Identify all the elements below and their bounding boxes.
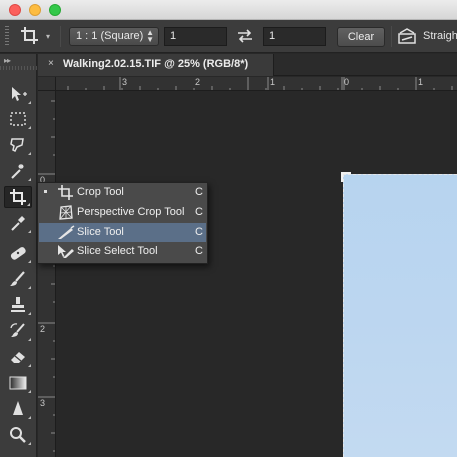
horizontal-ruler[interactable]: 3 2 1 0 1 [56, 77, 457, 91]
eyedropper-tool[interactable] [4, 212, 32, 234]
document-image[interactable] [343, 174, 457, 457]
bandage-icon [10, 247, 26, 260]
current-tool-indicator [44, 190, 47, 193]
menu-item-shortcut: C [195, 226, 203, 238]
lasso-icon [10, 138, 24, 153]
document-title: Walking2.02.15.TIF @ 25% (RGB/8*) [63, 58, 249, 70]
select-arrows-icon: ▲ ▼ [146, 28, 154, 44]
crop-icon [21, 27, 38, 44]
healing-brush-tool[interactable] [4, 242, 32, 264]
document-tab-bar: × Walking2.02.15.TIF @ 25% (RGB/8*) [38, 54, 457, 76]
ruler-label: 2 [195, 77, 201, 87]
ruler-origin[interactable] [38, 77, 56, 91]
ruler-ticks [67, 77, 453, 90]
crop-handle-top-left[interactable] [341, 172, 351, 182]
brush-icon [10, 271, 25, 286]
clear-button[interactable]: Clear [337, 27, 385, 47]
eraser-icon [11, 352, 25, 363]
ruler-label: 2 [40, 324, 46, 334]
brush-tool[interactable] [4, 268, 32, 290]
eraser-tool[interactable] [4, 346, 32, 368]
menu-item-crop-tool[interactable]: Crop Tool C [39, 183, 206, 202]
aspect-ratio-value: 1 : 1 (Square) [76, 30, 144, 42]
menu-item-perspective-crop-tool[interactable]: Perspective Crop Tool C [39, 203, 206, 222]
options-separator [60, 26, 61, 47]
crop-icon [58, 185, 73, 200]
crop-tool[interactable] [4, 186, 32, 208]
ratio-width-input[interactable]: 1 [164, 27, 227, 46]
swap-arrows-icon[interactable] [236, 29, 254, 43]
history-brush-icon [10, 323, 25, 337]
minimize-window-button[interactable] [29, 4, 41, 16]
eyedropper-icon [11, 216, 25, 231]
ruler-label: 1 [270, 77, 276, 87]
menu-item-label: Slice Select Tool [77, 245, 158, 257]
close-tab-icon[interactable]: × [48, 58, 54, 69]
close-window-button[interactable] [9, 4, 21, 16]
crop-tools-flyout-menu: Crop Tool C Perspective Crop Tool C Slic… [37, 182, 208, 264]
menu-item-shortcut: C [195, 186, 203, 198]
menu-item-shortcut: C [195, 206, 203, 218]
stamp-icon [11, 297, 25, 312]
zoom-tool[interactable] [4, 424, 32, 446]
gradient-icon [9, 376, 27, 390]
menu-item-label: Perspective Crop Tool [77, 206, 185, 218]
clone-stamp-tool[interactable] [4, 294, 32, 316]
aspect-ratio-select[interactable]: 1 : 1 (Square) ▲ ▼ [69, 27, 159, 46]
menu-item-label: Crop Tool [77, 186, 124, 198]
gradient-tool[interactable] [4, 372, 32, 394]
slice-icon [58, 225, 75, 239]
options-bar-grip[interactable] [5, 26, 9, 46]
history-brush-tool[interactable] [4, 320, 32, 342]
menu-item-slice-select-tool[interactable]: Slice Select Tool C [39, 242, 206, 261]
document-tab[interactable]: × Walking2.02.15.TIF @ 25% (RGB/8*) [38, 54, 274, 76]
menu-item-shortcut: C [195, 245, 203, 257]
slice-select-icon [58, 245, 74, 258]
ruler-label: 3 [122, 77, 128, 87]
straighten-icon[interactable] [397, 28, 417, 45]
sharpen-icon [13, 401, 23, 415]
ratio-height-input[interactable]: 1 [263, 27, 326, 46]
tools-panel: ▸▸ [0, 54, 37, 457]
marquee-icon [10, 112, 26, 126]
zoom-window-button[interactable] [49, 4, 61, 16]
sharpen-tool[interactable] [4, 398, 32, 420]
zoom-icon [10, 427, 26, 443]
magic-wand-icon [11, 164, 24, 179]
tool-options-bar: ▾ 1 : 1 (Square) ▲ ▼ 1 1 Clear Straigh [0, 20, 457, 53]
tool-preset-picker[interactable] [18, 25, 42, 47]
menu-item-slice-tool[interactable]: Slice Tool C [39, 223, 206, 242]
marquee-tool[interactable] [4, 108, 32, 130]
chevron-down-icon[interactable]: ▾ [46, 32, 50, 41]
lasso-tool[interactable] [4, 134, 32, 156]
window-title-bar [0, 0, 457, 20]
ruler-label: 3 [40, 398, 46, 408]
collapse-panel-icon[interactable]: ▸▸ [4, 56, 11, 65]
options-separator [391, 26, 392, 47]
magic-wand-tool[interactable] [4, 160, 32, 182]
menu-item-label: Slice Tool [77, 226, 124, 238]
move-tool[interactable] [4, 83, 32, 105]
move-icon [12, 87, 27, 101]
perspective-crop-icon [59, 205, 73, 220]
ruler-label: 0 [344, 77, 350, 87]
ruler-label: 1 [418, 77, 424, 87]
straighten-label[interactable]: Straigh [423, 30, 457, 42]
tools-panel-grip[interactable] [0, 66, 37, 70]
vertical-ruler[interactable]: 0 1 2 3 [38, 91, 56, 457]
document-canvas[interactable] [56, 91, 457, 457]
crop-icon [10, 189, 26, 205]
